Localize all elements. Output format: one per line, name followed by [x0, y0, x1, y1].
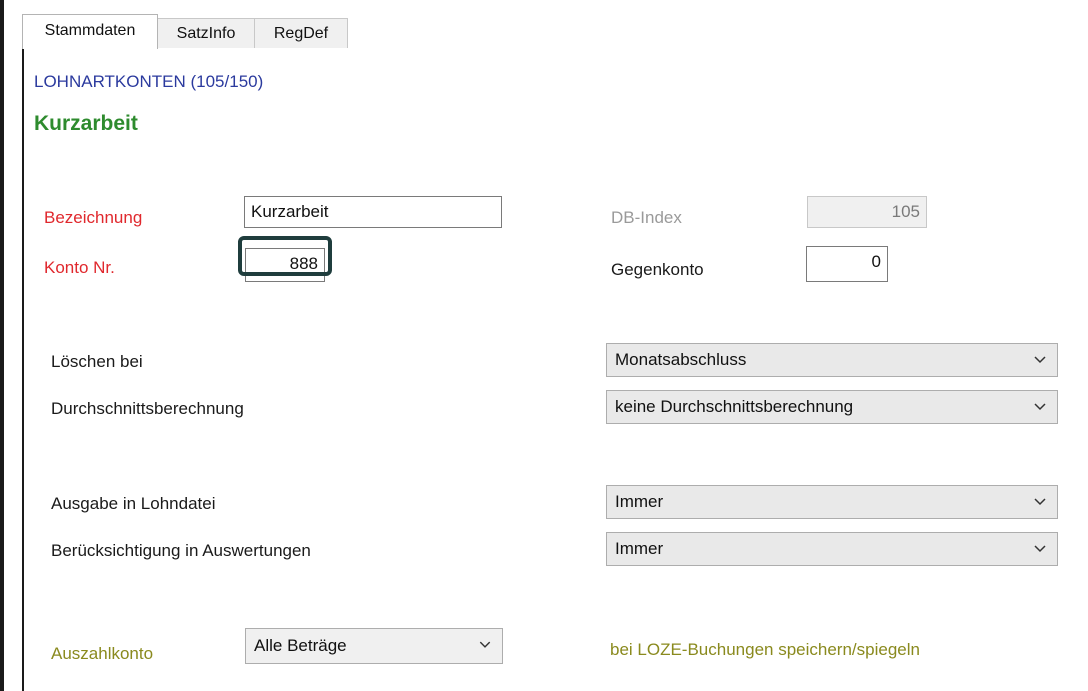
auswertungen-select[interactable]: Immer — [606, 532, 1058, 566]
durchschnitt-select[interactable]: keine Durchschnittsberechnung — [606, 390, 1058, 424]
auswertungen-label: Berücksichtigung in Auswertungen — [51, 541, 311, 560]
loeschen-bei-value: Monatsabschluss — [615, 350, 747, 369]
section-title: LOHNARTKONTEN (105/150) — [34, 72, 264, 91]
auszahlkonto-value: Alle Beträge — [254, 636, 347, 655]
db-index-field: 105 — [807, 196, 927, 228]
stammdaten-panel: LOHNARTKONTEN (105/150) Kurzarbeit Bezei… — [22, 48, 1088, 691]
db-index-label: DB-Index — [611, 208, 682, 227]
konto-nr-highlight — [238, 236, 332, 276]
loeschen-bei-label: Löschen bei — [51, 352, 143, 371]
bezeichnung-label: Bezeichnung — [44, 208, 143, 227]
tab-stammdaten[interactable]: Stammdaten — [22, 14, 158, 49]
durchschnitt-value: keine Durchschnittsberechnung — [615, 397, 854, 416]
loze-buchungen-label: bei LOZE-Buchungen speichern/spiegeln — [610, 640, 920, 659]
window-left-border — [0, 0, 4, 691]
gegenkonto-label: Gegenkonto — [611, 260, 704, 279]
chevron-down-icon — [1034, 356, 1046, 364]
bezeichnung-field[interactable]: Kurzarbeit — [244, 196, 502, 228]
loeschen-bei-select[interactable]: Monatsabschluss — [606, 343, 1058, 377]
auszahlkonto-select[interactable]: Alle Beträge — [245, 628, 503, 664]
chevron-down-icon — [1034, 403, 1046, 411]
tab-satzinfo[interactable]: SatzInfo — [157, 18, 255, 48]
durchschnitt-label: Durchschnittsberechnung — [51, 399, 244, 418]
tab-regdef[interactable]: RegDef — [254, 18, 348, 48]
ausgabe-label: Ausgabe in Lohndatei — [51, 494, 216, 513]
ausgabe-value: Immer — [615, 492, 664, 511]
gegenkonto-field[interactable]: 0 — [806, 246, 888, 282]
auszahlkonto-label: Auszahlkonto — [51, 644, 154, 663]
auswertungen-value: Immer — [615, 539, 664, 558]
konto-nr-label: Konto Nr. — [44, 258, 115, 277]
ausgabe-select[interactable]: Immer — [606, 485, 1058, 519]
record-title: Kurzarbeit — [34, 112, 138, 135]
chevron-down-icon — [1034, 498, 1046, 506]
chevron-down-icon — [1034, 545, 1046, 553]
chevron-down-icon — [479, 641, 491, 648]
